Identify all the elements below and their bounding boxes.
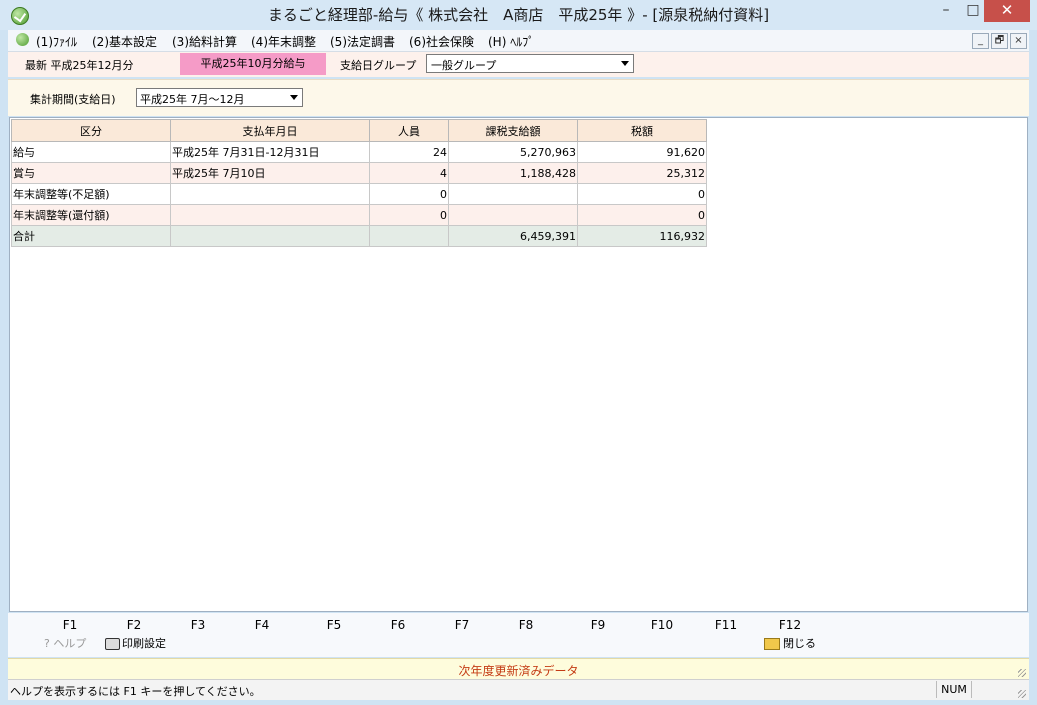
cell-date[interactable]: 平成25年 7月10日 (170, 162, 370, 184)
question-icon: ? (44, 637, 50, 650)
num-lock-indicator: NUM (936, 681, 972, 698)
menu-payroll-calc[interactable]: (3)給料計算 (172, 33, 237, 50)
fkey-f9[interactable]: F9 (578, 618, 618, 632)
mdi-minimize-button[interactable]: _ (972, 33, 989, 49)
cell-taxable[interactable]: 5,270,963 (448, 141, 578, 163)
chevron-down-icon[interactable] (290, 95, 298, 100)
title-bar[interactable]: まるごと経理部-給与《 株式会社 A商店 平成25年 》- [源泉税納付資料] … (0, 0, 1037, 30)
menu-file[interactable]: (1)ﾌｧｲﾙ (36, 33, 77, 50)
cell-category[interactable]: 年末調整等(不足額) (11, 183, 171, 205)
period-select[interactable]: 平成25年 7月～12月 (136, 88, 303, 107)
table-row[interactable]: 給与 平成25年 7月31日-12月31日 24 5,270,963 91,62… (11, 141, 707, 163)
period-panel: 集計期間(支給日) 平成25年 7月～12月 (8, 79, 1029, 116)
fkey-f6[interactable]: F6 (378, 618, 418, 632)
menu-social-insurance[interactable]: (6)社会保険 (409, 33, 474, 50)
column-header-category[interactable]: 区分 (11, 119, 171, 142)
cell-count[interactable]: 4 (369, 162, 449, 184)
close-button[interactable]: 閉じる (764, 635, 816, 651)
menu-bar: (1)ﾌｧｲﾙ (2)基本設定 (3)給料計算 (4)年末調整 (5)法定調書 … (8, 30, 1029, 52)
cell-tax[interactable]: 0 (577, 183, 707, 205)
cell-count[interactable]: 0 (369, 183, 449, 205)
fkey-f1[interactable]: F1 (50, 618, 90, 632)
cell-taxable[interactable]: 1,188,428 (448, 162, 578, 184)
status-text: ヘルプを表示するには F1 キーを押してください。 (10, 685, 261, 698)
mdi-restore-button[interactable]: 🗗 (991, 33, 1008, 49)
status-bar: ヘルプを表示するには F1 キーを押してください。 NUM (8, 679, 1029, 700)
app-window: まるごと経理部-給与《 株式会社 A商店 平成25年 》- [源泉税納付資料] … (0, 0, 1037, 705)
cell-category[interactable]: 賞与 (11, 162, 171, 184)
fkey-f5[interactable]: F5 (314, 618, 354, 632)
function-key-bar: F1 F2 F3 F4 F5 F6 F7 F8 F9 F10 F11 F12 ?… (8, 613, 1029, 657)
cell-tax[interactable]: 0 (577, 204, 707, 226)
cell-category[interactable]: 年末調整等(還付額) (11, 204, 171, 226)
cell-count[interactable] (369, 225, 449, 247)
cell-date[interactable]: 平成25年 7月31日-12月31日 (170, 141, 370, 163)
table-row[interactable]: 年末調整等(還付額) 0 0 (11, 204, 707, 226)
document-menu-icon[interactable] (16, 33, 29, 46)
fkey-f3[interactable]: F3 (178, 618, 218, 632)
chevron-down-icon[interactable] (621, 61, 629, 66)
cell-taxable[interactable]: 6,459,391 (448, 225, 578, 247)
column-header-taxable-amount[interactable]: 課税支給額 (448, 119, 578, 142)
cell-tax[interactable]: 91,620 (577, 141, 707, 163)
print-settings-button[interactable]: 印刷設定 (105, 635, 166, 651)
payday-group-value: 一般グループ (431, 59, 497, 72)
cell-category[interactable]: 給与 (11, 141, 171, 163)
cell-tax[interactable]: 116,932 (577, 225, 707, 247)
column-header-tax-amount[interactable]: 税額 (577, 119, 707, 142)
printer-icon (105, 638, 120, 650)
menu-help[interactable]: (H) ﾍﾙﾌﾟ (488, 33, 534, 50)
header-row: 最新 平成25年12月分 平成25年10月分給与 支給日グループ 一般グループ (8, 52, 1029, 77)
period-value: 平成25年 7月～12月 (140, 93, 245, 106)
fkey-f2[interactable]: F2 (114, 618, 154, 632)
period-label: 集計期間(支給日) (30, 93, 116, 106)
cell-taxable[interactable] (448, 183, 578, 205)
table-header-row: 区分 支払年月日 人員 課税支給額 税額 (11, 119, 707, 142)
menu-year-end[interactable]: (4)年末調整 (251, 33, 316, 50)
fkey-f4[interactable]: F4 (242, 618, 282, 632)
data-grid: 区分 支払年月日 人員 課税支給額 税額 給与 平成25年 7月31日-12月3… (9, 117, 1028, 612)
column-header-headcount[interactable]: 人員 (369, 119, 449, 142)
resize-grip-icon[interactable] (1018, 669, 1026, 677)
column-header-payment-date[interactable]: 支払年月日 (170, 119, 370, 142)
cell-count[interactable]: 0 (369, 204, 449, 226)
folder-open-icon (764, 638, 780, 650)
help-button[interactable]: ? ヘルプ (44, 635, 86, 651)
notice-text: 次年度更新済みデータ (458, 664, 579, 678)
cell-taxable[interactable] (448, 204, 578, 226)
table-total-row[interactable]: 合計 6,459,391 116,932 (11, 225, 707, 247)
fkey-f12[interactable]: F12 (770, 618, 810, 632)
table-row[interactable]: 年末調整等(不足額) 0 0 (11, 183, 707, 205)
current-payroll-tab[interactable]: 平成25年10月分給与 (180, 53, 326, 75)
cell-date[interactable] (170, 204, 370, 226)
resize-grip-icon[interactable] (1018, 690, 1026, 698)
fkey-f10[interactable]: F10 (642, 618, 682, 632)
help-label: ヘルプ (53, 637, 87, 650)
payday-group-select[interactable]: 一般グループ (426, 54, 634, 73)
close-window-button[interactable]: ✕ (984, 0, 1030, 22)
mdi-close-button[interactable]: × (1010, 33, 1027, 49)
table-row[interactable]: 賞与 平成25年 7月10日 4 1,188,428 25,312 (11, 162, 707, 184)
fkey-f8[interactable]: F8 (506, 618, 546, 632)
print-settings-label: 印刷設定 (122, 637, 166, 650)
latest-period-label: 最新 平成25年12月分 (25, 59, 134, 72)
cell-category[interactable]: 合計 (11, 225, 171, 247)
fkey-f7[interactable]: F7 (442, 618, 482, 632)
withholding-table: 区分 支払年月日 人員 課税支給額 税額 給与 平成25年 7月31日-12月3… (11, 119, 707, 247)
minimize-button[interactable]: – (931, 0, 961, 22)
cell-date[interactable] (170, 225, 370, 247)
fkey-f11[interactable]: F11 (706, 618, 746, 632)
window-title: まるごと経理部-給与《 株式会社 A商店 平成25年 》- [源泉税納付資料] (267, 6, 770, 24)
menu-basic-settings[interactable]: (2)基本設定 (92, 33, 157, 50)
payday-group-label: 支給日グループ (340, 59, 417, 72)
cell-count[interactable]: 24 (369, 141, 449, 163)
cell-date[interactable] (170, 183, 370, 205)
close-label: 閉じる (783, 637, 816, 650)
notice-bar: 次年度更新済みデータ (8, 658, 1029, 679)
menu-statutory-reports[interactable]: (5)法定調書 (330, 33, 395, 50)
cell-tax[interactable]: 25,312 (577, 162, 707, 184)
